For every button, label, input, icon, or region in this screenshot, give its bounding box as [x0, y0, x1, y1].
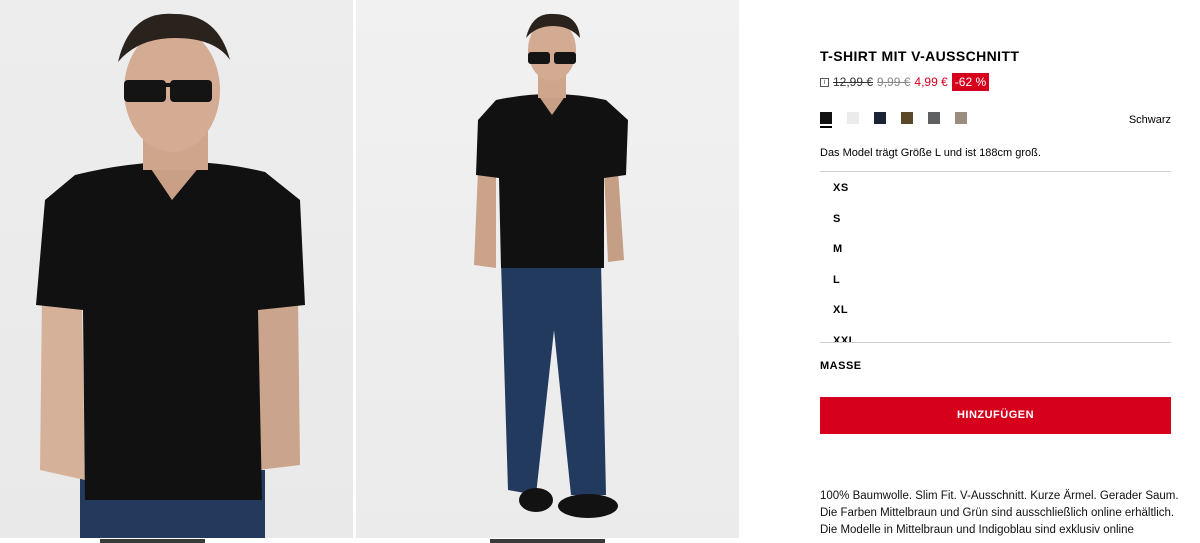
price-current: 4,99 € — [914, 75, 948, 89]
color-swatch-white[interactable] — [847, 112, 859, 124]
color-swatch-grey[interactable] — [928, 112, 940, 124]
model-size-note: Das Model trägt Größe L und ist 188cm gr… — [820, 147, 1041, 159]
product-info-panel: T-SHIRT MIT V-AUSSCHNITT i 12,99 € 9,99 … — [820, 0, 1179, 543]
next-image-preview-right — [490, 539, 605, 543]
color-swatch-navy[interactable] — [874, 112, 886, 124]
product-gallery — [0, 0, 739, 543]
price-info-icon[interactable]: i — [820, 77, 829, 87]
price-original: 12,99 € — [833, 75, 874, 89]
description-line: Die Farben Mittelbraun und Grün sind aus… — [820, 507, 1175, 519]
size-option-m[interactable]: M — [833, 243, 843, 255]
product-image-front-closeup[interactable] — [0, 0, 353, 538]
product-title: T-SHIRT MIT V-AUSSCHNITT — [820, 48, 1020, 64]
measurements-link[interactable]: MASSE — [820, 360, 862, 372]
size-option-xs[interactable]: XS — [833, 182, 849, 194]
size-option-xxl[interactable]: XXL — [833, 335, 856, 343]
color-swatch-olive[interactable] — [901, 112, 913, 124]
description-line: Die Modelle in Mittelbraun und Indigobla… — [820, 524, 1134, 536]
color-swatches — [820, 112, 982, 128]
discount-badge: -62 % — [951, 73, 990, 91]
add-to-cart-button[interactable]: HINZUFÜGEN — [820, 397, 1171, 434]
price-row: i 12,99 € 9,99 € 4,99 € -62 % — [820, 73, 990, 91]
selected-color-label: Schwarz — [1128, 114, 1171, 126]
color-swatch-black[interactable] — [820, 112, 832, 128]
size-option-l[interactable]: L — [833, 274, 840, 286]
divider — [820, 342, 1171, 343]
size-option-xl[interactable]: XL — [833, 304, 848, 316]
price-previous: 9,99 € — [877, 75, 911, 89]
product-image-full-body[interactable] — [356, 0, 739, 538]
color-swatch-taupe[interactable] — [955, 112, 967, 124]
model-closeup-illustration — [36, 13, 305, 538]
product-description: 100% Baumwolle. Slim Fit. V-Ausschnitt. … — [820, 488, 1180, 539]
size-option-s[interactable]: S — [833, 213, 841, 225]
description-line: 100% Baumwolle. Slim Fit. V-Ausschnitt. … — [820, 490, 1179, 502]
next-image-preview-left — [100, 539, 205, 543]
size-list: XS S M L XL XXL — [820, 172, 1171, 342]
model-full-body-illustration — [474, 13, 628, 518]
